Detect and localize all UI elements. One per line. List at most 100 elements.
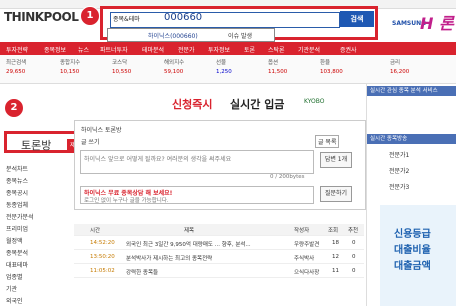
nav-item[interactable]: 테마분석 bbox=[142, 45, 164, 54]
row-views: 18 bbox=[332, 240, 339, 246]
answer-button[interactable]: 답변 1개 bbox=[320, 152, 352, 168]
opinion-placeholder: 하이닉스 앞으로 어떻게 될까요? 여러분의 생각을 써주세요 bbox=[84, 156, 232, 163]
nav-item[interactable]: 투자전략 bbox=[6, 45, 28, 54]
row-author: 우량주발견 bbox=[294, 242, 320, 248]
ticker-label: 금리 bbox=[390, 60, 401, 66]
search-category-select[interactable]: 종목&테마 bbox=[113, 14, 140, 23]
row-views: 11 bbox=[332, 268, 339, 274]
ask-button[interactable]: 질문하기 bbox=[320, 186, 352, 202]
ticker-value: 29,650 bbox=[6, 69, 26, 75]
notice-sub: 로그인 없이 누구나 글을 가능합니다. bbox=[84, 198, 169, 204]
ticker-value: 10,550 bbox=[112, 69, 132, 75]
col-title: 제목 bbox=[184, 228, 195, 234]
nav-item[interactable]: 종목정보 bbox=[44, 45, 66, 54]
market-ticker: 최근검색 29,650 종합지수 10,150 코스닥 10,550 해외지수 … bbox=[0, 55, 456, 84]
ad-line2: 대출비율 bbox=[394, 245, 431, 256]
main-nav: 투자전략 종목정보 뉴스 파트너투자 테마분석 전문가 투자정보 토론 스탁론 … bbox=[0, 42, 456, 55]
row-title[interactable]: 외국인 최근 3일간 9,950억 대량매도 ... 향후, 분석... bbox=[126, 240, 251, 248]
ticker-label: 최근검색 bbox=[6, 60, 27, 66]
ticker-value: 1,250 bbox=[216, 69, 232, 75]
nav-item[interactable]: 기관분석 bbox=[298, 45, 320, 54]
ticker-label: 옵션 bbox=[268, 60, 279, 66]
left-menu-item[interactable]: 종목분석 bbox=[6, 248, 28, 257]
left-menu-item[interactable]: 업종별 bbox=[6, 272, 23, 281]
left-menu-item[interactable]: 종목공시 bbox=[6, 188, 28, 197]
row-title[interactable]: 강력한 종목들 bbox=[126, 268, 158, 276]
search-button[interactable]: 검색 bbox=[340, 11, 374, 27]
row-views: 12 bbox=[332, 254, 339, 260]
nav-item[interactable]: 전문가 bbox=[178, 45, 195, 54]
expert-name[interactable]: 전문가1 bbox=[389, 150, 409, 159]
left-menu-item[interactable]: 대표테마 bbox=[6, 260, 28, 269]
opinion-textarea[interactable]: 하이닉스 앞으로 어떻게 될까요? 여러분의 생각을 써주세요 bbox=[80, 150, 314, 174]
left-menu-item[interactable]: 동종업체 bbox=[6, 200, 28, 209]
ticker-label: 해외지수 bbox=[164, 60, 185, 66]
ticker-value: 11,500 bbox=[268, 69, 288, 75]
left-menu-item[interactable]: 기관 bbox=[6, 284, 17, 293]
left-menu-item[interactable]: 외국인 bbox=[6, 296, 23, 305]
nav-item[interactable]: 스탁론 bbox=[268, 45, 285, 54]
col-time: 시간 bbox=[90, 228, 101, 234]
promo-banner[interactable]: 신청즉시 실시간 입금 KYOBO bbox=[74, 86, 362, 118]
nav-item[interactable]: 투자정보 bbox=[208, 45, 230, 54]
nav-item[interactable]: 뉴스 bbox=[78, 45, 89, 54]
left-menu-item[interactable]: 월정액 bbox=[6, 236, 23, 245]
left-menu-item[interactable]: 종목뉴스 bbox=[6, 176, 28, 185]
ticker-label: 환율 bbox=[320, 60, 331, 66]
marker-one: 1 bbox=[80, 6, 100, 26]
row-time: 11:05:02 bbox=[90, 268, 115, 274]
search-value[interactable]: 000660 bbox=[164, 12, 202, 23]
ticker-label: 선물 bbox=[216, 60, 227, 66]
left-menu-item[interactable]: 분석차트 bbox=[6, 164, 28, 173]
site-logo[interactable]: THINKPOOL bbox=[4, 10, 79, 24]
banner-sub: 실시간 입금 bbox=[230, 98, 285, 111]
section-title: 하이닉스 토론방 bbox=[81, 127, 122, 134]
table-row[interactable]: 13:50:20 분석박사가 제시하는 최고의 종목전략 주식박사 12 0 bbox=[74, 252, 364, 264]
search-suggestion[interactable]: 하이닉스(000660) 이슈 발생 bbox=[107, 28, 275, 42]
h-logo: H 론 bbox=[420, 14, 454, 33]
right-header-2: 실시간 종목방송 bbox=[367, 134, 456, 144]
row-rec: 0 bbox=[352, 240, 356, 246]
tab-write[interactable]: 글 쓰기 bbox=[81, 137, 99, 146]
ticker-value: 103,800 bbox=[320, 69, 343, 75]
loan-ad[interactable]: 신용등급 대출비율 대출금액 bbox=[380, 205, 456, 306]
ticker-label: 종합지수 bbox=[60, 60, 81, 66]
col-views: 조회 bbox=[328, 228, 339, 234]
banner-main: 신청즉시 bbox=[172, 98, 213, 111]
col-author: 작성자 bbox=[294, 228, 310, 234]
row-author: 으식다사장 bbox=[294, 270, 320, 276]
toron-label[interactable]: 토론방 bbox=[21, 137, 51, 153]
suggestion-right: 이슈 발생 bbox=[228, 33, 252, 40]
ticker-label: 코스닥 bbox=[112, 60, 128, 66]
ad-line1: 신용등급 bbox=[394, 229, 431, 240]
search-input[interactable] bbox=[110, 12, 340, 28]
right-header-1: 실시간 관심 종목 분석 서비스 bbox=[367, 86, 456, 96]
expert-name[interactable]: 전문가2 bbox=[389, 166, 409, 175]
table-row[interactable]: 11:05:02 강력한 종목들 으식다사장 11 0 bbox=[74, 266, 364, 278]
table-row[interactable]: 14:52:20 외국인 최근 3일간 9,950억 대량매도 ... 향후, … bbox=[74, 238, 364, 250]
marker-two: 2 bbox=[4, 98, 24, 118]
nav-item[interactable]: 파트너투자 bbox=[100, 45, 128, 54]
row-time: 14:52:20 bbox=[90, 240, 115, 246]
list-header: 시간 제목 작성자 조회 추천 bbox=[74, 224, 364, 236]
row-rec: 0 bbox=[352, 268, 356, 274]
row-title[interactable]: 분석박사가 제시하는 최고의 종목전략 bbox=[126, 254, 212, 262]
suggestion-text: 하이닉스(000660) bbox=[148, 33, 198, 40]
ticker-value: 59,100 bbox=[164, 69, 184, 75]
row-rec: 0 bbox=[352, 254, 356, 260]
row-author: 주식박사 bbox=[294, 256, 315, 262]
nav-item[interactable]: 토론 bbox=[244, 45, 255, 54]
ticker-value: 10,150 bbox=[60, 69, 80, 75]
banner-brand: KYOBO bbox=[304, 98, 325, 105]
left-menu-item[interactable]: 프리미엄 bbox=[6, 224, 28, 233]
ad-line3: 대출금액 bbox=[394, 261, 431, 272]
expert-name[interactable]: 전문가3 bbox=[389, 182, 409, 191]
question-box[interactable]: 하이닉스 무료 종목상담 해 보세요! 로그인 없이 누구나 글을 가능합니다. bbox=[80, 186, 314, 204]
nav-item[interactable]: 증권사 bbox=[340, 45, 357, 54]
post-list: 시간 제목 작성자 조회 추천 14:52:20 외국인 최근 3일간 9,95… bbox=[74, 212, 364, 306]
tab-list[interactable]: 글 목록 bbox=[315, 135, 340, 148]
row-time: 13:50:20 bbox=[90, 254, 115, 260]
ticker-value: 16,200 bbox=[390, 69, 410, 75]
left-menu-item[interactable]: 전문가분석 bbox=[6, 212, 34, 221]
col-rec: 추천 bbox=[348, 228, 359, 234]
